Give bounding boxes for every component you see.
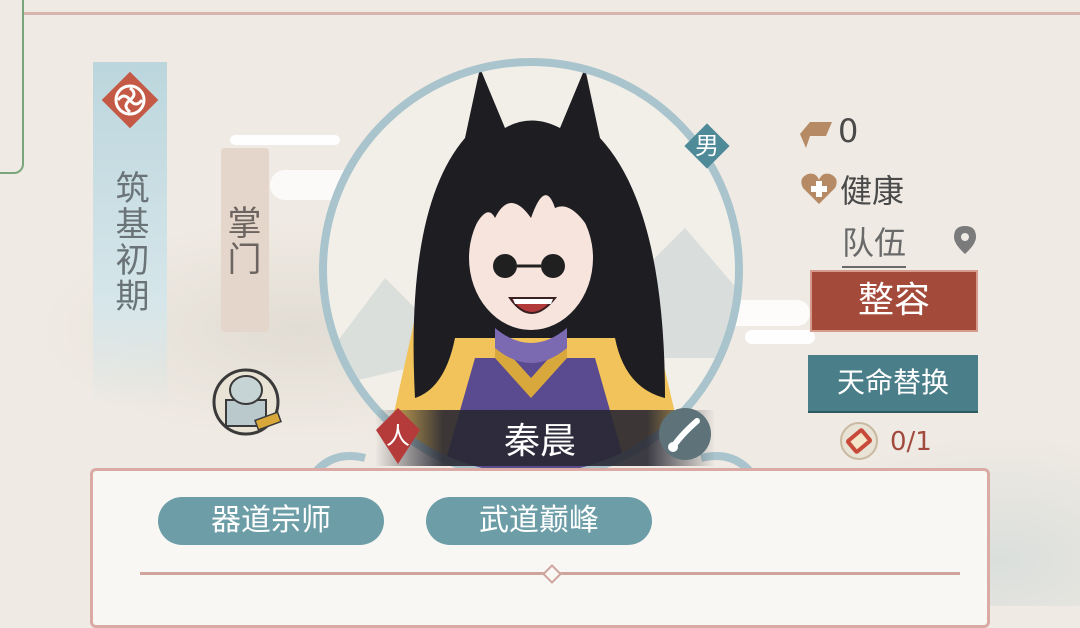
top-bar: [0, 0, 1080, 15]
type-badge: 人: [386, 422, 410, 450]
gender-badge: 男: [695, 132, 719, 160]
location-pin-icon[interactable]: [952, 224, 978, 256]
character-name: 秦晨: [503, 421, 576, 462]
role-label: 掌门: [221, 205, 261, 277]
stone-seal-icon[interactable]: [208, 360, 286, 440]
health-heart-icon: [800, 170, 838, 206]
health-status: 健康: [840, 172, 905, 210]
side-panel-edge[interactable]: [0, 0, 24, 174]
ink-brush-icon[interactable]: [655, 405, 715, 463]
face-edit-button[interactable]: 整容: [810, 270, 978, 332]
reputation-value: 0: [838, 112, 859, 150]
reputation-icon: [796, 114, 836, 154]
team-link[interactable]: 队伍: [842, 218, 907, 268]
trait-tag[interactable]: 器道宗师: [158, 497, 384, 545]
scroll-item-icon: [838, 420, 880, 462]
flower-emblem-icon: [98, 68, 162, 132]
scroll-count: 0/1: [890, 427, 932, 457]
realm-label: 筑基初期: [109, 170, 149, 314]
fate-swap-button[interactable]: 天命替换: [808, 355, 978, 411]
trait-tag[interactable]: 武道巅峰: [426, 497, 652, 545]
traits-panel: [90, 468, 990, 628]
